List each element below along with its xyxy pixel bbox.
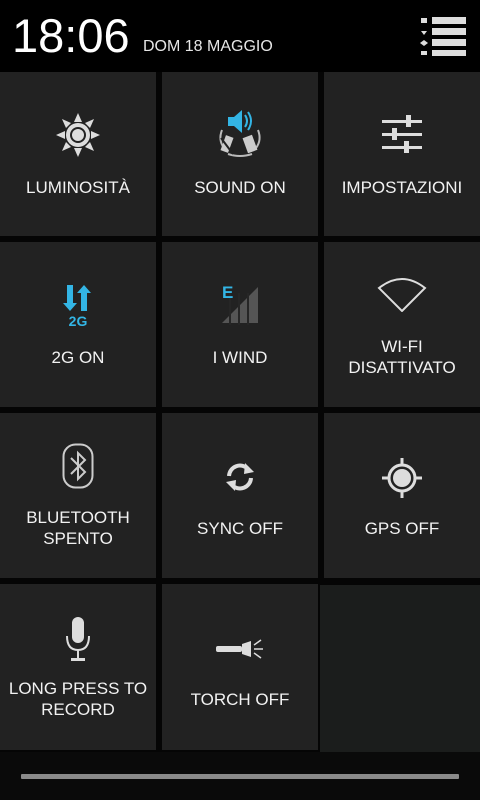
tile-label-line1: LONG PRESS TO xyxy=(8,679,148,698)
date-text: DOM 18 MAGGIO xyxy=(143,38,273,55)
gps-icon xyxy=(382,458,422,498)
torch-icon xyxy=(216,639,263,659)
data-type-badge: 2G xyxy=(68,313,88,329)
tile-label: 2G ON xyxy=(51,348,105,367)
tile-label-line2: DISATTIVATO xyxy=(348,358,456,377)
tile-voice-record[interactable]: LONG PRESS TO RECORD xyxy=(0,584,156,750)
tile-label-line1: WI-FI xyxy=(381,337,423,356)
clock-time: 18:06 xyxy=(12,9,130,62)
sound-icon xyxy=(219,110,261,157)
tile-sound[interactable]: SOUND ON xyxy=(162,72,318,236)
tile-sync[interactable]: SYNC OFF xyxy=(162,413,318,578)
drag-handle[interactable] xyxy=(21,774,459,779)
tile-bluetooth[interactable]: BLUETOOTH SPENTO xyxy=(0,413,156,578)
tile-brightness[interactable]: LUMINOSITÀ xyxy=(0,72,156,236)
tile-label: I WIND xyxy=(212,348,268,367)
tile-label: SOUND ON xyxy=(194,178,286,197)
background-wallpaper-area xyxy=(320,585,480,752)
tile-label: SYNC OFF xyxy=(197,519,283,538)
panel-bottom-bar xyxy=(0,752,480,800)
tile-gps[interactable]: GPS OFF xyxy=(324,413,480,578)
wifi-icon xyxy=(377,278,427,312)
settings-sliders-icon xyxy=(382,115,422,153)
tile-label-line2: RECORD xyxy=(41,700,115,719)
bluetooth-icon xyxy=(62,443,94,489)
notifications-toggle-button[interactable] xyxy=(418,14,468,58)
tile-signal[interactable]: E I WIND xyxy=(162,242,318,407)
notification-list-icon xyxy=(420,17,466,56)
tile-torch[interactable]: TORCH OFF xyxy=(162,584,318,750)
tile-label: LUMINOSITÀ xyxy=(26,178,130,197)
microphone-icon xyxy=(66,617,90,661)
tile-settings[interactable]: IMPOSTAZIONI xyxy=(324,72,480,236)
tile-wifi[interactable]: WI-FI DISATTIVATO xyxy=(324,242,480,407)
network-type-badge: E xyxy=(222,283,234,302)
tile-label: IMPOSTAZIONI xyxy=(341,178,463,197)
tile-label-line2: SPENTO xyxy=(43,529,113,548)
status-header: 18:06 DOM 18 MAGGIO xyxy=(0,0,480,72)
tile-label-line1: BLUETOOTH xyxy=(26,508,130,527)
brightness-icon xyxy=(56,113,100,157)
sync-icon xyxy=(226,463,254,491)
tile-label: GPS OFF xyxy=(364,519,440,538)
tile-label: TORCH OFF xyxy=(190,690,290,709)
tile-mobile-data[interactable]: 2G 2G ON xyxy=(0,242,156,407)
